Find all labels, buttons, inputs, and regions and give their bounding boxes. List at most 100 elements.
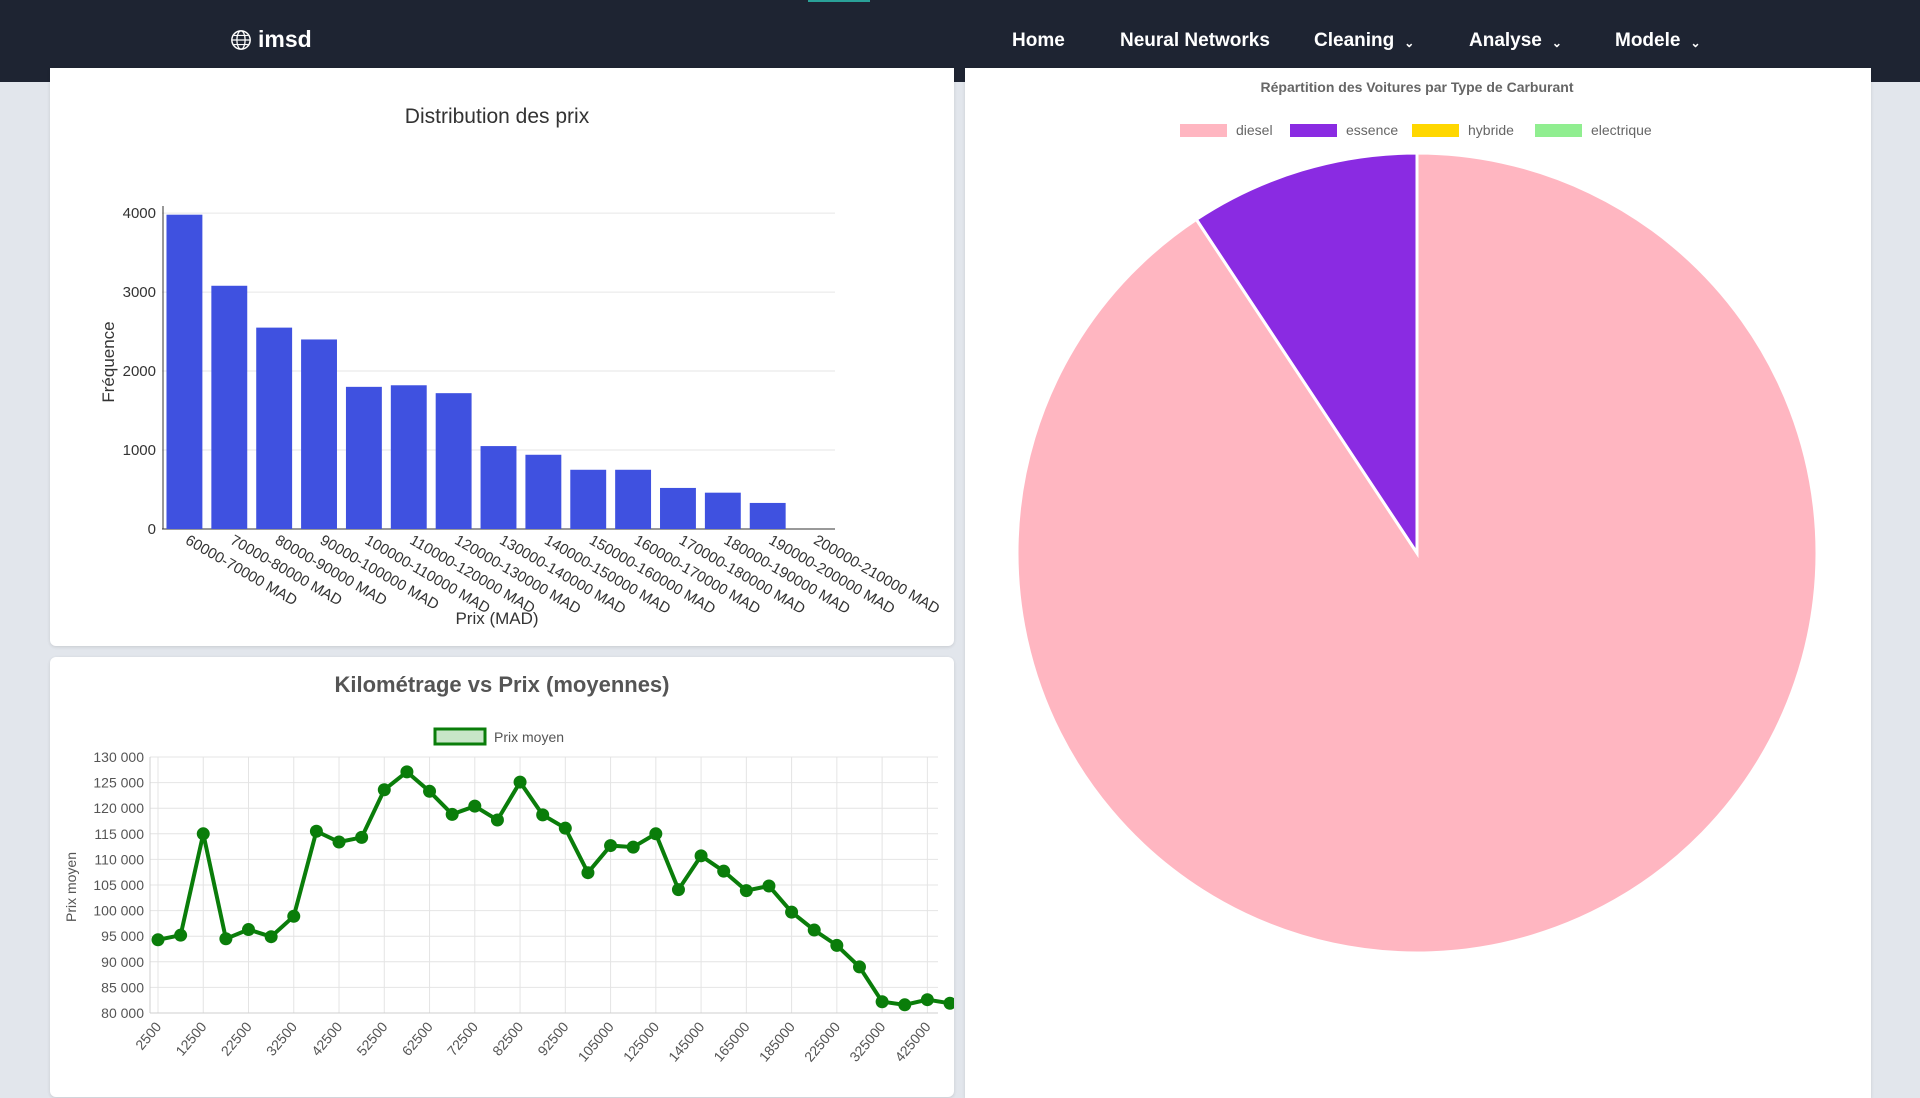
bar-ytick-label: 4000 (123, 205, 156, 222)
prix-moyen-point[interactable] (762, 879, 776, 893)
line-xtick-label: 62500 (399, 1018, 436, 1058)
brand-logo[interactable]: imsd (230, 26, 312, 53)
price-bar[interactable] (570, 469, 607, 529)
line-xtick-label: 32500 (263, 1018, 300, 1058)
prix-moyen-point[interactable] (852, 960, 866, 974)
pie-chart-title: Répartition des Voitures par Type de Car… (1261, 79, 1574, 95)
prix-moyen-point[interactable] (513, 775, 527, 789)
prix-moyen-point[interactable] (739, 884, 753, 898)
price-bar[interactable] (166, 214, 203, 529)
globe-icon (231, 29, 251, 50)
prix-moyen-point[interactable] (490, 813, 504, 827)
prix-moyen-point[interactable] (151, 933, 165, 947)
line-ytick-label: 90 000 (101, 954, 144, 970)
prix-moyen-point[interactable] (242, 923, 256, 937)
line-xtick-label: 92500 (534, 1018, 571, 1058)
prix-moyen-point[interactable] (355, 830, 369, 844)
price-bar[interactable] (615, 469, 652, 529)
prix-moyen-point[interactable] (332, 835, 346, 849)
prix-moyen-point[interactable] (604, 839, 618, 853)
prix-moyen-point[interactable] (920, 993, 934, 1007)
line-chart-ylabel: Prix moyen (63, 852, 79, 922)
prix-moyen-point[interactable] (717, 864, 731, 878)
price-bar[interactable] (390, 385, 427, 529)
line-legend-label[interactable]: Prix moyen (494, 729, 564, 745)
prix-moyen-line (157, 769, 951, 1007)
price-bar[interactable] (749, 502, 786, 529)
prix-moyen-point[interactable] (649, 827, 663, 841)
prix-moyen-point[interactable] (219, 932, 233, 946)
prix-moyen-point[interactable] (309, 824, 323, 838)
price-bar[interactable] (480, 446, 517, 529)
prix-moyen-point[interactable] (468, 799, 482, 813)
bar-ytick-label: 0 (148, 521, 156, 538)
prix-moyen-point[interactable] (581, 866, 595, 880)
prix-moyen-point[interactable] (898, 998, 912, 1012)
hybride-swatch (1412, 124, 1459, 137)
chevron-down-icon: ⌄ (1690, 36, 1701, 50)
nav-neural-networks-label: Neural Networks (1120, 30, 1270, 51)
prix-moyen-point[interactable] (174, 928, 188, 942)
line-ytick-label: 105 000 (93, 877, 144, 893)
price-bar[interactable] (704, 492, 741, 529)
line-ytick-label: 130 000 (93, 749, 144, 765)
line-ytick-label: 100 000 (93, 903, 144, 919)
price-distribution-chart: Distribution des prix Fréquence Prix (MA… (99, 105, 943, 628)
nav-modele-label: Modele (1615, 30, 1681, 51)
legend-item-hybride[interactable]: hybride (1412, 122, 1514, 138)
prix-moyen-point[interactable] (943, 996, 955, 1010)
prix-moyen-point[interactable] (558, 821, 572, 835)
prix-moyen-point[interactable] (400, 765, 414, 779)
legend-item-diesel[interactable]: diesel (1180, 122, 1273, 138)
chevron-down-icon: ⌄ (1404, 36, 1415, 50)
nav-cleaning-label: Cleaning (1314, 30, 1395, 51)
bar-ytick-label: 1000 (123, 442, 156, 459)
line-ytick-label: 125 000 (93, 775, 144, 791)
prix-moyen-point[interactable] (536, 808, 550, 822)
line-xtick-label: 2500 (132, 1018, 164, 1052)
price-bar[interactable] (256, 327, 293, 529)
prix-moyen-point[interactable] (264, 930, 278, 944)
line-ytick-label: 110 000 (94, 851, 144, 867)
prix-moyen-point[interactable] (626, 840, 640, 854)
line-xtick-label: 12500 (172, 1018, 209, 1058)
line-ytick-label: 85 000 (101, 979, 144, 995)
line-xtick-label: 52500 (353, 1018, 390, 1058)
nav-analyse-label: Analyse (1469, 30, 1542, 51)
prix-moyen-point[interactable] (671, 883, 685, 897)
price-bar[interactable] (435, 393, 472, 529)
line-xtick-label: 185000 (756, 1018, 798, 1064)
prix-moyen-point[interactable] (830, 938, 844, 952)
price-bar[interactable] (345, 386, 382, 529)
line-legend-swatch[interactable] (433, 727, 487, 746)
line-chart-title: Kilométrage vs Prix (moyennes) (334, 672, 669, 697)
prix-moyen-point[interactable] (807, 923, 821, 937)
chevron-down-icon: ⌄ (1551, 36, 1562, 50)
line-xtick-label: 145000 (665, 1018, 707, 1064)
prix-moyen-point[interactable] (445, 807, 459, 821)
line-ytick-label: 115 000 (94, 826, 144, 842)
prix-moyen-point[interactable] (694, 849, 708, 863)
prix-moyen-point[interactable] (423, 784, 437, 798)
line-xtick-label: 72500 (444, 1018, 481, 1058)
essence-legend-label: essence (1346, 122, 1398, 138)
prix-moyen-point[interactable] (785, 905, 799, 919)
price-bar[interactable] (301, 339, 337, 529)
bar-ytick-label: 2000 (123, 363, 156, 380)
price-bar[interactable] (525, 454, 562, 529)
hybride-legend-label: hybride (1468, 122, 1514, 138)
line-xtick-label: 425000 (891, 1018, 933, 1064)
brand-name: imsd (258, 26, 312, 52)
prix-moyen-point[interactable] (196, 827, 210, 841)
price-bar[interactable] (211, 285, 248, 529)
line-ytick-label: 95 000 (101, 928, 144, 944)
price-bar[interactable] (660, 487, 696, 529)
bar-ytick-label: 3000 (123, 284, 156, 301)
prix-moyen-point[interactable] (287, 909, 301, 923)
line-xtick-label: 125000 (620, 1018, 662, 1064)
prix-moyen-point[interactable] (377, 783, 391, 797)
prix-moyen-point[interactable] (875, 995, 889, 1009)
legend-item-essence[interactable]: essence (1290, 122, 1398, 138)
bar-chart-ylabel: Fréquence (99, 321, 118, 402)
legend-item-electrique[interactable]: electrique (1535, 122, 1652, 138)
